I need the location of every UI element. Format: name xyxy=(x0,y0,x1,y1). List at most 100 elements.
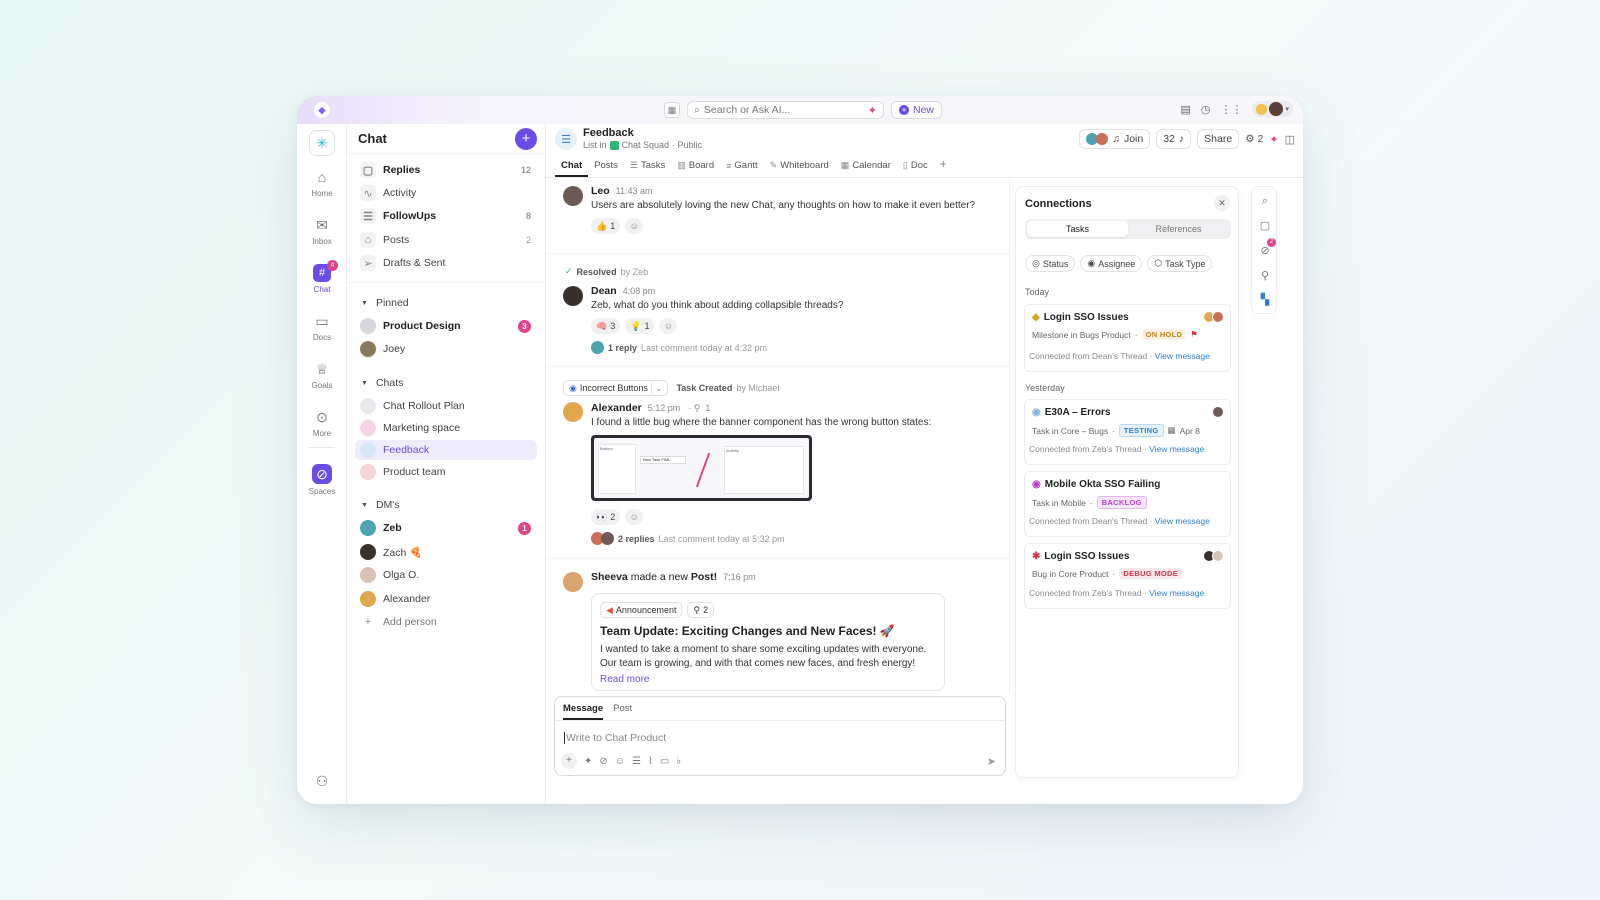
sidebar-item-product-design[interactable]: Product Design 3 xyxy=(355,316,537,336)
emoji-icon[interactable]: ☺ xyxy=(615,756,625,767)
read-more-link[interactable]: Read more xyxy=(600,674,649,685)
thread-replies[interactable]: 2 replies Last comment today at 5:32 pm xyxy=(591,532,785,545)
sidebar-item-followups[interactable]: ☰ FollowUps 8 xyxy=(355,206,537,226)
composer-tab-message[interactable]: Message xyxy=(563,703,604,720)
sidebar-item-posts[interactable]: ⌂ Posts 2 xyxy=(355,230,537,250)
pinned-section-header[interactable]: ▼ Pinned xyxy=(361,297,409,309)
reaction-brain[interactable]: 🧠 3 xyxy=(591,318,621,334)
tab-calendar[interactable]: ▦ Calendar xyxy=(835,160,897,177)
add-reaction-button[interactable]: ☺ xyxy=(659,318,678,334)
tab-doc[interactable]: ▯ Doc xyxy=(897,160,934,177)
ai-sparkle-icon[interactable]: ✦ xyxy=(868,104,877,117)
space-link[interactable]: Chat Squad xyxy=(622,140,670,150)
share-button[interactable]: Share xyxy=(1197,129,1240,149)
message-input[interactable]: Write to Chat Product xyxy=(564,732,666,744)
rail-chat[interactable]: # 4 Chat xyxy=(297,260,347,294)
comment-icon[interactable]: ▢ xyxy=(1252,219,1278,232)
new-button[interactable]: + New xyxy=(891,101,943,119)
tab-board[interactable]: ▥ Board xyxy=(671,160,720,177)
sidebar-item-activity[interactable]: ∿ Activity xyxy=(355,183,537,203)
close-icon[interactable]: ✕ xyxy=(1214,195,1230,211)
sidebar-item-replies[interactable]: ▢ Replies 12 xyxy=(355,160,537,180)
workspace-logo-icon[interactable]: ✳ xyxy=(309,130,335,156)
subtask-icon[interactable]: ⚲ xyxy=(1252,269,1278,282)
rail-docs[interactable]: ▭ Docs xyxy=(297,312,347,342)
add-attachment-button[interactable]: + xyxy=(561,753,577,769)
view-message-link[interactable]: View message xyxy=(1149,588,1204,598)
sidebar-item-drafts[interactable]: ➢ Drafts & Sent xyxy=(355,253,537,273)
app-logo-icon[interactable]: ◆ xyxy=(314,102,330,118)
thread-replies[interactable]: 1 reply Last comment today at 4:32 pm xyxy=(591,341,767,354)
tab-whiteboard[interactable]: ✎ Whiteboard xyxy=(764,160,835,177)
notepad-icon[interactable]: ▤ xyxy=(1180,103,1190,116)
view-message-link[interactable]: View message xyxy=(1155,516,1210,526)
message-author[interactable]: Alexander 5:12 pm · ⚲ 1 xyxy=(591,402,710,414)
reaction-bulb[interactable]: 💡 1 xyxy=(625,318,655,334)
sidebar-item-zach[interactable]: Zach 🍕 xyxy=(355,542,537,562)
sidebar-item-chat-rollout-plan[interactable]: Chat Rollout Plan xyxy=(355,396,537,416)
filter-status[interactable]: ◎ Status xyxy=(1025,255,1076,272)
sidebar-item-alexander[interactable]: Alexander xyxy=(355,589,537,609)
video-icon[interactable]: ▭ xyxy=(660,756,669,767)
new-chat-button[interactable]: + xyxy=(515,128,537,150)
sidebar-item-marketing-space[interactable]: Marketing space xyxy=(355,418,537,438)
image-attachment[interactable]: Bottom New Task FIML Activity xyxy=(591,435,812,501)
search-icon[interactable]: ⌕ xyxy=(1252,195,1278,208)
paperclip-icon[interactable]: ⌇ xyxy=(648,756,653,767)
rail-spaces[interactable]: ⊘ Spaces xyxy=(297,464,347,496)
sidebar-item-zeb[interactable]: Zeb 1 xyxy=(355,518,537,538)
format-icon[interactable]: ☰ xyxy=(632,756,641,767)
subtask-chip[interactable]: ⚲ 2 xyxy=(687,602,715,618)
tab-gantt[interactable]: ≡ Gantt xyxy=(720,160,764,177)
message-author[interactable]: Sheeva made a new Post! 7:16 pm xyxy=(591,571,756,583)
user-menu[interactable]: ▾ xyxy=(1252,101,1293,117)
task-icon[interactable]: ⊘ xyxy=(599,756,607,767)
tab-chat[interactable]: Chat xyxy=(555,160,589,177)
microphone-icon[interactable]: ♭ xyxy=(676,756,681,767)
rail-inbox[interactable]: ✉ Inbox xyxy=(297,216,347,246)
tab-tasks[interactable]: Tasks xyxy=(1027,221,1128,237)
invite-user-button[interactable]: ⚇ xyxy=(297,772,347,793)
view-message-link[interactable]: View message xyxy=(1149,444,1204,454)
task-chip[interactable]: ◉ Incorrect Buttons ⌄ xyxy=(563,380,669,396)
sidebar-item-feedback[interactable]: Feedback xyxy=(355,440,537,460)
chats-section-header[interactable]: ▼ Chats xyxy=(361,377,403,389)
join-button[interactable]: ♫ Join xyxy=(1079,129,1151,149)
add-view-button[interactable]: + xyxy=(934,157,953,177)
search-input[interactable]: ⌕ Search or Ask AI... ✦ xyxy=(687,101,884,119)
rail-goals[interactable]: ♕ Goals xyxy=(297,360,347,390)
members-button[interactable]: 32 ♪ xyxy=(1156,129,1192,149)
apps-grid-icon[interactable]: ⋮⋮ xyxy=(1220,103,1242,116)
rail-more[interactable]: ⊙ More xyxy=(297,408,347,438)
post-card[interactable]: ◀ Announcement ⚲ 2 Team Update: Exciting C… xyxy=(591,593,945,691)
tab-tasks[interactable]: ☰ Tasks xyxy=(624,160,671,177)
reaction-eyes[interactable]: 👀 2 xyxy=(591,509,621,525)
connection-card[interactable]: ✱ Login SSO Issues Bug in Core Product · DE… xyxy=(1024,543,1231,609)
add-reaction-button[interactable]: ☺ xyxy=(625,218,644,234)
composer-tab-post[interactable]: Post xyxy=(613,703,632,720)
sidebar-item-product-team[interactable]: Product team xyxy=(355,462,537,482)
filter-assignee[interactable]: ◉ Assignee xyxy=(1080,255,1143,272)
calendar-icon[interactable]: ▦ xyxy=(664,102,680,118)
view-message-link[interactable]: View message xyxy=(1155,351,1210,361)
announcement-chip[interactable]: ◀ Announcement xyxy=(600,602,683,618)
tab-references[interactable]: References xyxy=(1128,221,1229,237)
panel-toggle-icon[interactable]: ◫ xyxy=(1285,133,1295,146)
shared-count[interactable]: ⚙ 2 xyxy=(1245,133,1263,145)
tab-posts[interactable]: Posts xyxy=(588,160,624,177)
sidebar-item-olga[interactable]: Olga O. xyxy=(355,565,537,585)
apps-icon[interactable]: ▚ xyxy=(1252,293,1278,306)
connection-card[interactable]: ◉ E30A – Errors Task in Core – Bugs · TESTI… xyxy=(1024,399,1231,465)
filter-task-type[interactable]: ⬡ Task Type xyxy=(1147,255,1213,272)
add-person-button[interactable]: + Add person xyxy=(355,612,537,632)
rail-home[interactable]: ⌂ Home xyxy=(297,168,347,198)
message-author[interactable]: Dean 4:08 pm xyxy=(591,285,655,297)
ai-sparkle-icon[interactable]: ✦ xyxy=(584,756,592,767)
reaction-thumbs-up[interactable]: 👍 1 xyxy=(591,218,621,234)
dms-section-header[interactable]: ▼ DM's xyxy=(361,499,400,511)
ai-sparkle-icon[interactable]: ✦ xyxy=(1269,133,1278,146)
sidebar-item-joey[interactable]: Joey xyxy=(355,339,537,359)
add-reaction-button[interactable]: ☺ xyxy=(625,509,644,525)
connection-card[interactable]: ◉ Mobile Okta SSO Failing Task in Mobile ·… xyxy=(1024,471,1231,537)
timer-icon[interactable]: ◷ xyxy=(1201,103,1211,116)
